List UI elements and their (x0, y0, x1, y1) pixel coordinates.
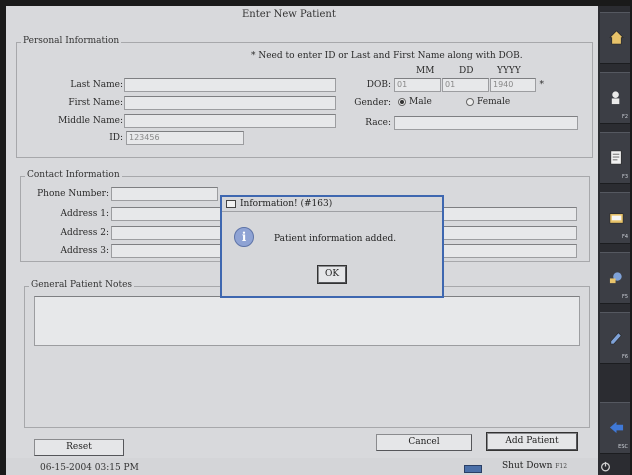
address1-label: Address 1: (60, 209, 109, 219)
dob-header-mm: MM (416, 66, 435, 76)
power-icon[interactable] (600, 461, 611, 472)
home-icon (609, 30, 624, 45)
keyboard-icon[interactable] (464, 465, 482, 473)
notes-textarea[interactable] (34, 296, 580, 346)
last-name-input[interactable] (124, 78, 336, 92)
shutdown-button[interactable]: Shut Down F12 (502, 461, 567, 471)
contact-info-group-title: Contact Information (25, 170, 122, 180)
edit-icon (610, 332, 622, 345)
gender-male-label: Male (409, 97, 432, 107)
settings-icon (609, 272, 622, 284)
middle-name-label: Middle Name: (58, 116, 123, 126)
cancel-button[interactable]: Cancel (376, 434, 472, 451)
folder-icon (609, 213, 624, 224)
race-label: Race: (365, 118, 391, 128)
phone-label: Phone Number: (37, 189, 109, 199)
first-name-input[interactable] (124, 96, 336, 110)
address2-label: Address 2: (60, 228, 109, 238)
dob-header-dd: DD (459, 66, 474, 76)
id-input[interactable]: 123456 (126, 131, 244, 145)
back-arrow-icon (609, 421, 624, 434)
info-icon: i (234, 227, 254, 247)
reset-button[interactable]: Reset (34, 439, 124, 456)
sidebar-folder-button[interactable]: F4 (600, 192, 630, 244)
dob-label: DOB: (366, 80, 391, 90)
sidebar-patient-search-button[interactable]: F2 (600, 72, 630, 124)
sidebar-key-esc: ESC (618, 444, 628, 450)
sidebar-settings-button[interactable]: F5 (600, 252, 630, 304)
patient-search-icon (611, 91, 620, 105)
window-icon (226, 200, 236, 208)
gender-label: Gender: (354, 98, 391, 108)
sidebar-key-f5: F5 (621, 294, 628, 300)
screen: Enter New Patient Personal Information *… (6, 6, 630, 475)
dob-day-input[interactable]: 01 (442, 78, 489, 92)
sidebar-key-f3: F3 (621, 174, 628, 180)
ok-button[interactable]: OK (318, 266, 346, 283)
gender-male-radio[interactable]: Male (398, 97, 432, 107)
sidebar-key-f2: F2 (621, 114, 628, 120)
information-dialog: Information! (#163) i Patient informatio… (220, 195, 444, 298)
dob-month-input[interactable]: 01 (394, 78, 441, 92)
gender-female-label: Female (477, 97, 511, 107)
dob-year-input[interactable]: 1940 (490, 78, 536, 92)
sidebar-back-button[interactable]: ESC (600, 402, 630, 454)
add-patient-button[interactable]: Add Patient (487, 433, 577, 450)
dialog-titlebar: Information! (#163) (222, 197, 442, 212)
gender-female-radio[interactable]: Female (466, 97, 510, 107)
window-title: Enter New Patient (242, 9, 336, 20)
status-bar: 06-15-2004 03:15 PM Shut Down F12 (6, 458, 598, 475)
first-name-label: First Name: (68, 98, 123, 108)
dialog-message: Patient information added. (274, 234, 397, 244)
sidebar-edit-button[interactable]: F6 (600, 312, 630, 364)
sidebar-report-button[interactable]: F3 (600, 132, 630, 184)
sidebar-key-f4: F4 (621, 234, 628, 240)
id-label: ID: (109, 133, 123, 143)
sidebar-key-f6: F6 (621, 354, 628, 360)
race-input[interactable] (394, 116, 578, 130)
middle-name-input[interactable] (124, 114, 336, 128)
required-note: * Need to enter ID or Last and First Nam… (251, 51, 523, 61)
report-icon (610, 150, 622, 165)
notes-group-title: General Patient Notes (29, 280, 135, 290)
phone-input[interactable] (111, 187, 218, 201)
shutdown-label: Shut Down (502, 461, 553, 471)
dialog-title: Information! (#163) (240, 199, 333, 209)
radio-selected-icon (398, 97, 406, 106)
datetime-display: 06-15-2004 03:15 PM (40, 463, 139, 473)
last-name-label: Last Name: (70, 80, 123, 90)
address3-label: Address 3: (60, 246, 109, 256)
sidebar: F2 F3 F4 F5 F6 ESC (598, 6, 630, 475)
dob-required-mark: * (539, 80, 545, 90)
personal-info-group-title: Personal Information (21, 36, 122, 46)
sidebar-home-button[interactable] (600, 12, 630, 64)
radio-unselected-icon (466, 97, 474, 106)
dob-header-yyyy: YYYY (497, 66, 521, 76)
shutdown-key: F12 (555, 463, 568, 470)
